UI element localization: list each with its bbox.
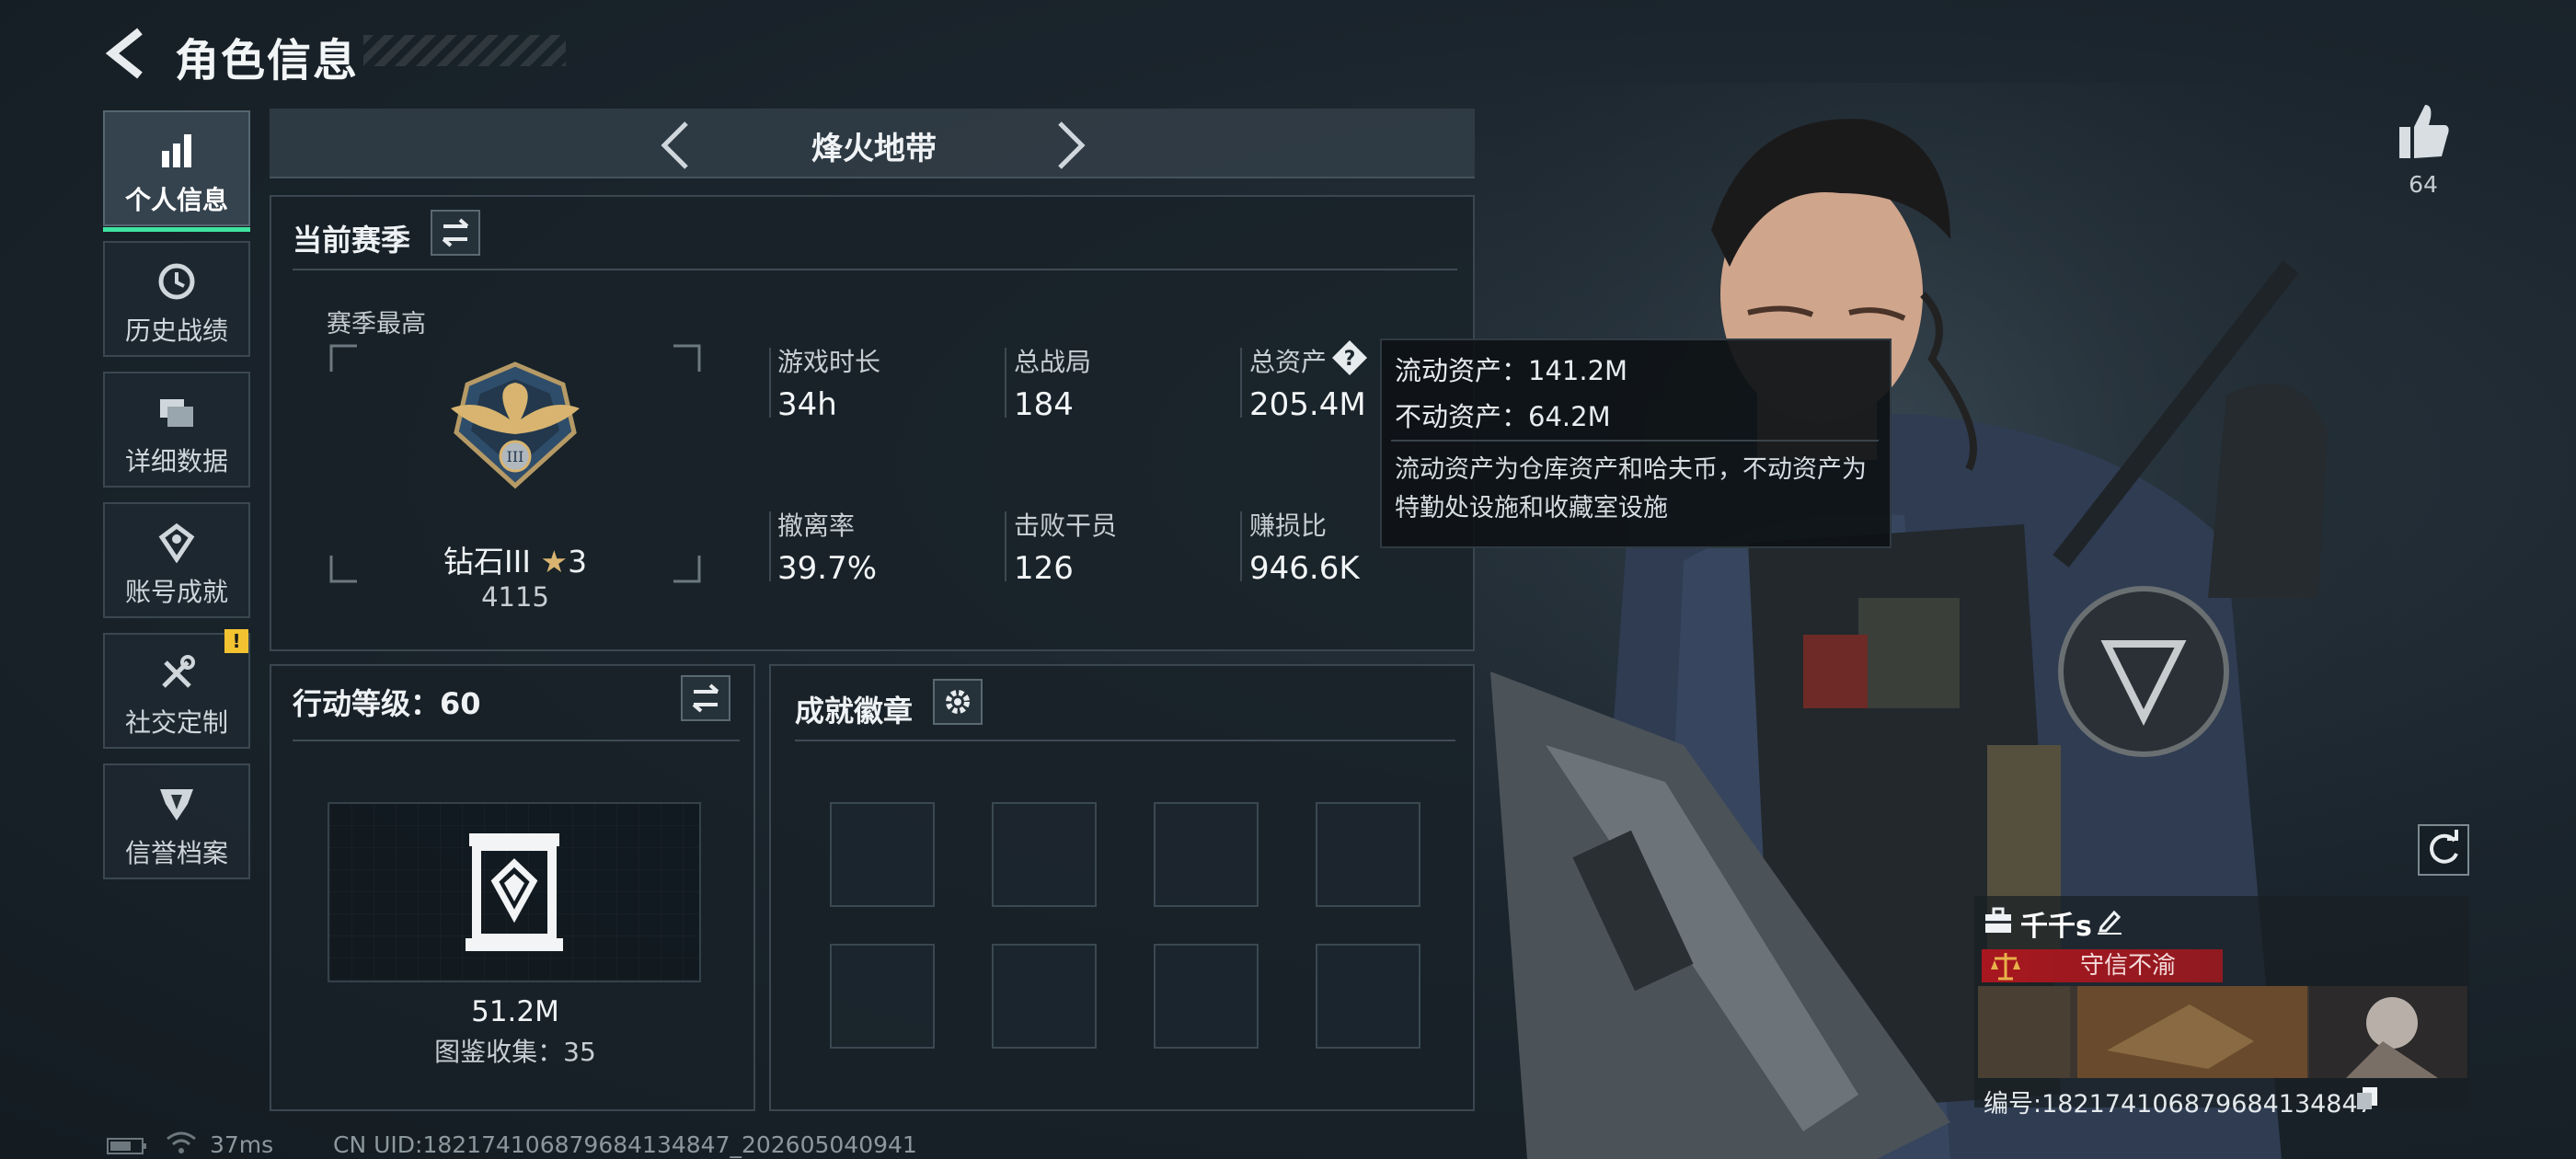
- name-card-art: [1978, 986, 2467, 1078]
- stat-value-profit-loss-ratio: 946.6K: [1249, 550, 1360, 587]
- sidebar-item-detailed-data[interactable]: 详细数据: [103, 372, 250, 488]
- briefcase-icon: [1985, 907, 2011, 933]
- player-title-text: 守信不渝: [2079, 952, 2176, 980]
- page-title: 角色信息: [175, 35, 360, 86]
- folders-icon: [160, 399, 193, 427]
- badge-slot[interactable]: [992, 944, 1097, 1049]
- edit-pencil-icon[interactable]: [2096, 907, 2123, 935]
- swap-icon: [442, 218, 469, 247]
- collection-value: 51.2M: [471, 995, 559, 1028]
- svg-text:III: III: [507, 448, 524, 465]
- stat-value-playtime: 34h: [777, 386, 837, 423]
- divider: [769, 348, 771, 418]
- diamond-rank-emblem: III: [451, 361, 580, 489]
- divider: [1240, 511, 1242, 581]
- sidebar-item-label: 个人信息: [124, 185, 228, 215]
- divider: [1005, 511, 1006, 581]
- stat-value-extraction-rate: 39.7%: [777, 550, 878, 587]
- divider: [1005, 348, 1006, 418]
- season-switch-button[interactable]: [431, 210, 480, 256]
- thumbs-up-icon[interactable]: [2396, 101, 2451, 162]
- chevron-right-icon[interactable]: [1051, 118, 1091, 173]
- help-icon[interactable]: ?: [1330, 339, 1369, 377]
- copy-icon[interactable]: [2355, 1085, 2379, 1111]
- collection-count: 图鉴收集：35: [434, 1037, 596, 1067]
- rank-name: 钻石III ★3: [368, 537, 662, 581]
- reputation-shield-icon: [160, 789, 193, 820]
- stat-label-total-matches: 总战局: [1014, 347, 1092, 377]
- mode-title: 烽火地带: [811, 131, 937, 167]
- like-count: 64: [2409, 171, 2438, 198]
- action-level-title: 行动等级：60: [293, 686, 481, 721]
- collection-vault-icon: [466, 833, 563, 951]
- refresh-icon: [2430, 830, 2458, 864]
- notification-badge: !: [224, 629, 248, 653]
- stat-label-total-assets: 总资产: [1249, 347, 1328, 377]
- swap-icon: [692, 683, 719, 713]
- sidebar-item-label: 社交定制: [124, 707, 228, 738]
- tools-icon: [162, 655, 195, 688]
- back-arrow-icon[interactable]: [103, 26, 158, 81]
- badges-title: 成就徽章: [795, 694, 914, 729]
- badge-slot[interactable]: [992, 802, 1097, 907]
- divider: [769, 511, 771, 581]
- badge-slot[interactable]: [830, 944, 935, 1049]
- scales-icon: [1991, 953, 2020, 981]
- tooltip-liquid-assets: 流动资产：141.2M: [1395, 355, 1628, 386]
- sidebar-item-history[interactable]: 历史战绩: [103, 241, 250, 357]
- battery-icon: [107, 1138, 146, 1154]
- sidebar-item-achievements[interactable]: 账号成就: [103, 502, 250, 618]
- sidebar-item-label: 历史战绩: [124, 316, 228, 346]
- tooltip-description: 流动资产为仓库资产和哈夫币，不动资产为特勤处设施和收藏室设施: [1395, 455, 1867, 522]
- stat-label-playtime: 游戏时长: [777, 347, 881, 377]
- badge-slot[interactable]: [1316, 802, 1420, 907]
- season-best-label: 赛季最高: [327, 310, 426, 339]
- player-id: 编号:1821741068796841348​47: [1984, 1090, 2374, 1119]
- ping-readout: 37ms: [210, 1131, 274, 1158]
- uid-text: CN UID:1821741068796841348​47_2026050409…: [333, 1131, 917, 1158]
- sidebar-item-personal-info[interactable]: 个人信息: [103, 110, 250, 232]
- stat-value-total-assets: 205.4M: [1249, 386, 1366, 423]
- sidebar-item-label: 信誉档案: [124, 838, 228, 868]
- stat-label-extraction-rate: 撤离率: [777, 511, 856, 541]
- rank-score: 4115: [481, 581, 549, 613]
- refresh-button[interactable]: [2418, 824, 2469, 876]
- stat-value-operators-defeated: 126: [1014, 550, 1074, 587]
- rank-name-text: 钻石III: [443, 544, 532, 580]
- badge-settings-button[interactable]: [933, 679, 983, 725]
- divider: [1391, 440, 1879, 442]
- history-clock-icon: [158, 263, 195, 300]
- title-decoration: [363, 35, 566, 66]
- chevron-left-icon[interactable]: [655, 118, 696, 173]
- svg-text:?: ?: [1344, 348, 1356, 371]
- badge-slot[interactable]: [830, 802, 935, 907]
- achievement-icon: [158, 522, 195, 563]
- player-name: 千千s: [2020, 911, 2092, 943]
- divider: [293, 740, 740, 741]
- stat-label-profit-loss-ratio: 赚损比: [1249, 511, 1328, 541]
- stat-label-operators-defeated: 击败干员: [1014, 511, 1118, 541]
- badge-slot[interactable]: [1316, 944, 1420, 1049]
- divider: [795, 740, 1455, 741]
- divider: [293, 269, 1457, 270]
- rank-stars: 3: [568, 544, 588, 580]
- badge-slot[interactable]: [1154, 802, 1259, 907]
- sidebar-item-reputation[interactable]: 信誉档案: [103, 763, 250, 879]
- stat-value-total-matches: 184: [1014, 386, 1074, 423]
- badge-slot[interactable]: [1154, 944, 1259, 1049]
- tooltip-fixed-assets: 不动资产：64.2M: [1395, 401, 1611, 432]
- star-icon: ★: [540, 544, 569, 580]
- sidebar-item-label: 账号成就: [124, 577, 228, 607]
- divider: [1240, 348, 1242, 418]
- sidebar-item-label: 详细数据: [124, 446, 228, 476]
- season-title: 当前赛季: [293, 223, 411, 258]
- gear-icon: [946, 690, 970, 714]
- wifi-icon: [167, 1131, 196, 1153]
- bar-chart-icon: [162, 134, 191, 167]
- level-switch-button[interactable]: [681, 675, 730, 721]
